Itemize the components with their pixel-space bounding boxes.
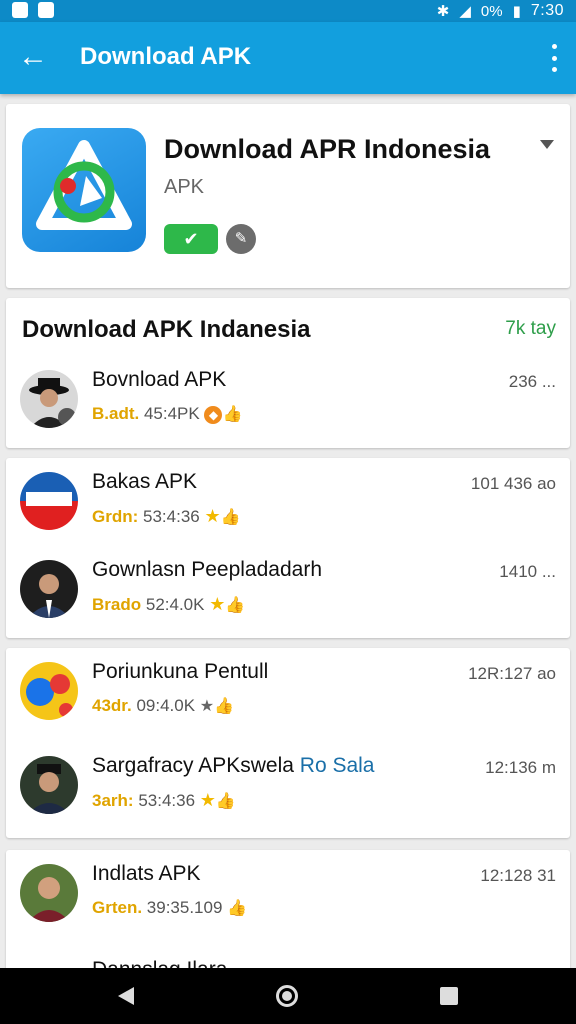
info-icon[interactable]: ✎ — [226, 224, 256, 254]
avatar — [20, 560, 78, 618]
install-button[interactable]: ✔ — [164, 224, 218, 254]
list-card: Bakas APK Grdn: 53:4:36 ★👍 101 436 ao Go… — [6, 458, 570, 638]
item-meta: 101 436 ao — [470, 474, 556, 493]
app-bar: ← Download APK — [0, 22, 576, 94]
item-details: Brado 52:4.0K ★👍 — [92, 594, 246, 614]
system-nav-bar — [0, 968, 576, 1024]
status-bar: ✱ ◢ 0% ▮ 7:30 — [0, 0, 576, 22]
app-subtitle: APK — [164, 176, 205, 198]
list-item[interactable]: Poriunkuna Pentull 43dr. 09:4.0K ★👍 12R:… — [6, 648, 570, 740]
item-meta: 236 ... — [508, 372, 556, 391]
list-card: Poriunkuna Pentull 43dr. 09:4.0K ★👍 12R:… — [6, 648, 570, 838]
avatar — [20, 472, 78, 530]
avatar — [20, 864, 78, 922]
star-icon: ★ — [199, 790, 216, 810]
item-details: Grdn: 53:4:36 ★👍 — [92, 506, 241, 526]
item-name: Poriunkuna Pentull — [92, 660, 269, 683]
battery-level: 0% — [480, 2, 503, 20]
app-header-card: Download APR Indonesia APK ✔ ✎ — [6, 104, 570, 288]
item-name: Indlats APK — [92, 862, 201, 885]
star-icon: ★ — [209, 594, 226, 614]
nav-back-icon[interactable] — [118, 987, 134, 1005]
notification-icon — [38, 2, 54, 18]
item-meta: 12:136 m — [485, 758, 556, 777]
thumb-icon: 👍 — [227, 900, 248, 917]
thumb-icon: 👍 — [215, 793, 236, 810]
list-item[interactable]: Bovnload APK B.adt. 45:4PK ◆ 👍 236 ... — [6, 356, 570, 448]
item-details: 43dr. 09:4.0K ★👍 — [92, 696, 235, 715]
dropdown-icon[interactable] — [540, 140, 554, 149]
battery-icon: ▮ — [512, 3, 521, 20]
list-item[interactable]: Sargafracy APKswela Ro Sala 3arh: 53:4:3… — [6, 742, 570, 834]
notification-icon — [12, 2, 28, 18]
star-icon: ★ — [199, 698, 215, 715]
section-meta[interactable]: 7k tay — [505, 318, 556, 340]
app-icon — [22, 128, 146, 252]
item-name: Sargafracy APKswela Ro Sala — [92, 754, 375, 777]
page-title: Download APK — [80, 43, 252, 70]
item-name: Gownlasn Peepladadarh — [92, 558, 322, 581]
thumb-icon: 👍 — [214, 698, 235, 715]
thumb-icon: 👍 — [220, 509, 241, 526]
list-item[interactable]: Bakas APK Grdn: 53:4:36 ★👍 101 436 ao — [6, 458, 570, 550]
badge-icon: ◆ — [204, 405, 223, 424]
list-card: Download APK Indanesia 7k tay Bovnload A… — [6, 298, 570, 448]
section-title: Download APK Indanesia — [22, 316, 311, 343]
app-title: Download APR Indonesia — [164, 134, 491, 164]
overflow-menu-icon[interactable] — [550, 44, 558, 72]
avatar — [20, 662, 78, 720]
item-details: Grten. 39:35.109 👍 — [92, 898, 248, 917]
signal-icon: ◢ — [459, 3, 471, 20]
item-details: B.adt. 45:4PK ◆ 👍 — [92, 404, 243, 424]
clock: 7:30 — [530, 2, 564, 19]
back-arrow-icon[interactable]: ← — [18, 42, 48, 72]
list-item[interactable]: Indlats APK Grten. 39:35.109 👍 12:128 31 — [6, 850, 570, 942]
item-meta: 12R:127 ao — [468, 664, 556, 683]
star-icon: ★ — [204, 506, 221, 526]
bluetooth-icon: ✱ — [436, 3, 450, 20]
avatar — [20, 756, 78, 814]
list-item[interactable]: Gownlasn Peepladadarh Brado 52:4.0K ★👍 1… — [6, 546, 570, 638]
avatar — [20, 370, 78, 428]
thumb-icon: 👍 — [225, 597, 246, 614]
nav-home-icon[interactable] — [276, 985, 298, 1007]
item-meta: 12:128 31 — [480, 866, 556, 885]
item-meta: 1410 ... — [499, 562, 556, 581]
nav-recents-icon[interactable] — [440, 987, 458, 1005]
item-name: Bovnload APK — [92, 368, 227, 391]
item-details: 3arh: 53:4:36 ★👍 — [92, 790, 236, 810]
thumb-icon: 👍 — [222, 406, 243, 423]
item-name: Bakas APK — [92, 470, 198, 493]
